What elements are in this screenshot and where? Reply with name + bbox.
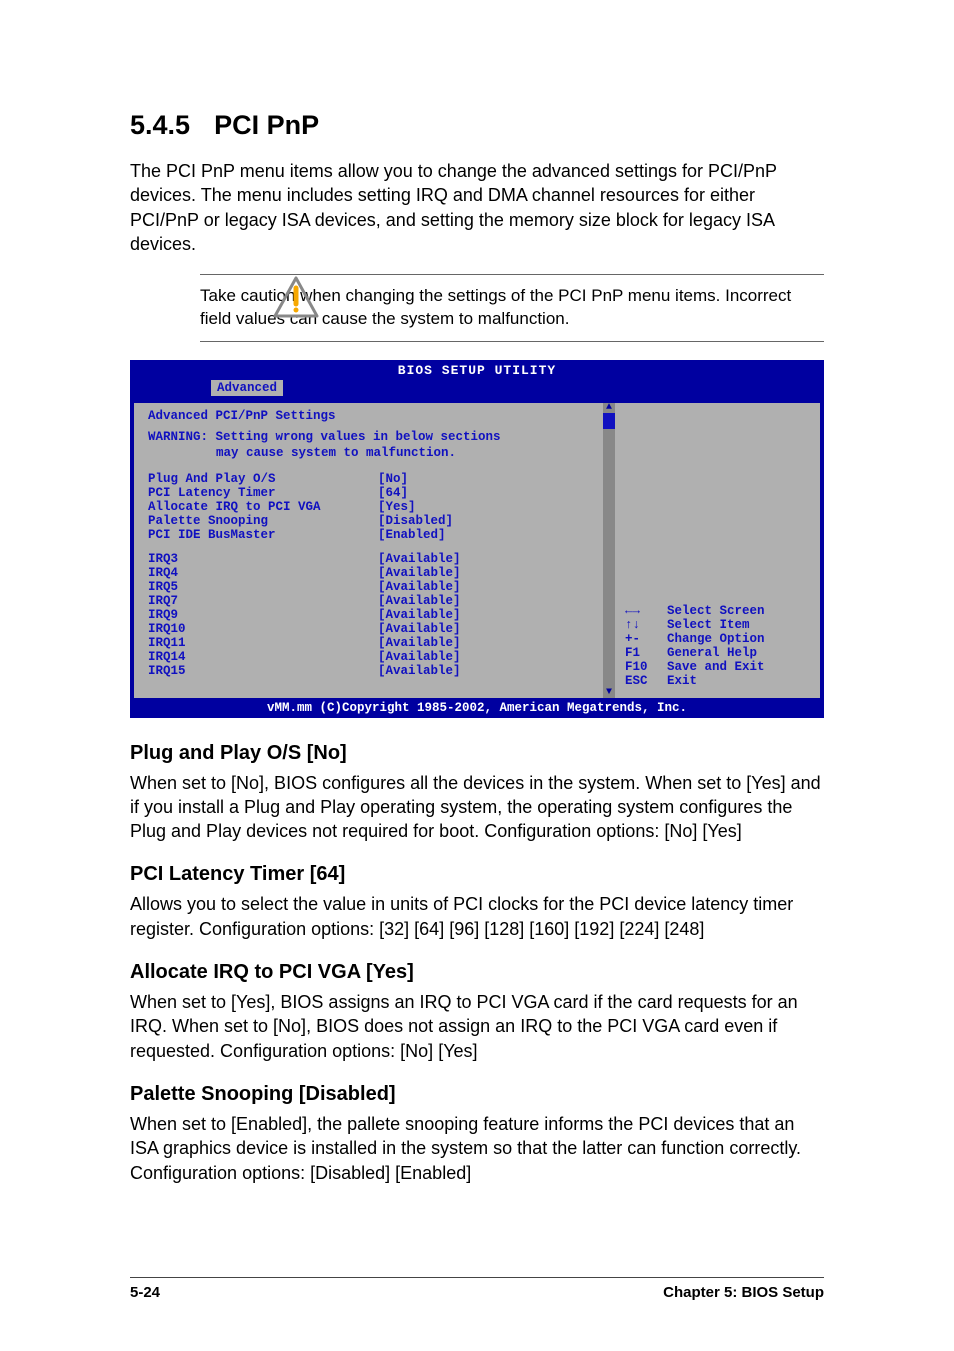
bios-copyright: vMM.mm (C)Copyright 1985-2002, American …	[131, 701, 823, 717]
section-number: 5.4.5	[130, 110, 190, 141]
bios-help-label: Change Option	[667, 632, 765, 646]
bios-irq-list: IRQ3[Available]IRQ4[Available]IRQ5[Avail…	[148, 552, 595, 678]
caution-icon	[273, 274, 319, 325]
bios-title: BIOS SETUP UTILITY	[131, 361, 823, 380]
bios-subtitle: Advanced PCI/PnP Settings	[148, 409, 595, 423]
bios-help-label: General Help	[667, 646, 757, 660]
bios-help-label: Save and Exit	[667, 660, 765, 674]
bios-warning-line2: may cause system to malfunction.	[148, 445, 595, 461]
bios-setting-value: [Yes]	[378, 500, 416, 514]
scroll-up-icon[interactable]: ▲	[606, 403, 612, 413]
bios-irq-value: [Available]	[378, 566, 461, 580]
bios-setting-value: [64]	[378, 486, 408, 500]
bios-help-pane: ←→Select Screen↑↓Select Item+-Change Opt…	[615, 403, 820, 698]
bios-settings-list: Plug And Play O/S[No]PCI Latency Timer[6…	[148, 472, 595, 542]
bios-help-row: F10Save and Exit	[625, 660, 812, 674]
bios-irq-key: IRQ15	[148, 664, 378, 678]
bios-irq-value: [Available]	[378, 552, 461, 566]
bios-irq-row[interactable]: IRQ7[Available]	[148, 594, 595, 608]
page-footer: 5-24 Chapter 5: BIOS Setup	[130, 1277, 824, 1301]
bios-setting-key: Palette Snooping	[148, 514, 378, 528]
bios-warning-line1: WARNING: Setting wrong values in below s…	[148, 430, 501, 444]
subsection-body: When set to [Yes], BIOS assigns an IRQ t…	[130, 990, 824, 1063]
bios-setting-row[interactable]: PCI Latency Timer[64]	[148, 486, 595, 500]
scroll-down-icon[interactable]: ▼	[606, 688, 612, 698]
bios-left-pane: Advanced PCI/PnP Settings WARNING: Setti…	[134, 403, 603, 698]
bios-irq-key: IRQ14	[148, 650, 378, 664]
bios-tab-row: Advanced	[131, 380, 823, 400]
subsection-body: When set to [Enabled], the pallete snoop…	[130, 1112, 824, 1185]
bios-irq-value: [Available]	[378, 636, 461, 650]
intro-paragraph: The PCI PnP menu items allow you to chan…	[130, 159, 824, 256]
subsection-heading: Allocate IRQ to PCI VGA [Yes]	[130, 961, 824, 984]
bios-irq-row[interactable]: IRQ15[Available]	[148, 664, 595, 678]
bios-irq-value: [Available]	[378, 650, 461, 664]
bios-help-key: ←→	[625, 604, 667, 618]
bios-irq-key: IRQ7	[148, 594, 378, 608]
bios-irq-row[interactable]: IRQ10[Available]	[148, 622, 595, 636]
bios-irq-value: [Available]	[378, 580, 461, 594]
bios-irq-value: [Available]	[378, 622, 461, 636]
bios-irq-value: [Available]	[378, 608, 461, 622]
bios-help-label: Select Screen	[667, 604, 765, 618]
bios-scrollbar[interactable]: ▲ ▼	[603, 403, 615, 698]
chapter-label: Chapter 5: BIOS Setup	[663, 1284, 824, 1301]
bios-help-key: ↑↓	[625, 618, 667, 632]
bios-help-row: F1General Help	[625, 646, 812, 660]
bios-irq-key: IRQ11	[148, 636, 378, 650]
bios-irq-row[interactable]: IRQ14[Available]	[148, 650, 595, 664]
bios-tab-advanced[interactable]: Advanced	[211, 380, 283, 396]
bios-setting-value: [Enabled]	[378, 528, 446, 542]
bios-irq-row[interactable]: IRQ9[Available]	[148, 608, 595, 622]
bios-help-label: Exit	[667, 674, 697, 688]
bios-irq-key: IRQ3	[148, 552, 378, 566]
subsection-body: When set to [No], BIOS configures all th…	[130, 771, 824, 844]
bios-setting-key: Allocate IRQ to PCI VGA	[148, 500, 378, 514]
bios-help-row: ←→Select Screen	[625, 604, 812, 618]
bios-irq-value: [Available]	[378, 594, 461, 608]
bios-help-key: F10	[625, 660, 667, 674]
bios-setting-row[interactable]: Allocate IRQ to PCI VGA[Yes]	[148, 500, 595, 514]
page-number: 5-24	[130, 1284, 160, 1301]
subsection-heading: Plug and Play O/S [No]	[130, 742, 824, 765]
bios-irq-key: IRQ10	[148, 622, 378, 636]
bios-setting-row[interactable]: Palette Snooping[Disabled]	[148, 514, 595, 528]
bios-help-key: F1	[625, 646, 667, 660]
bios-irq-value: [Available]	[378, 664, 461, 678]
bios-setting-row[interactable]: Plug And Play O/S[No]	[148, 472, 595, 486]
bios-warning: WARNING: Setting wrong values in below s…	[148, 429, 595, 462]
bios-irq-row[interactable]: IRQ4[Available]	[148, 566, 595, 580]
bios-help-label: Select Item	[667, 618, 750, 632]
section-title: PCI PnP	[214, 110, 319, 140]
scroll-thumb[interactable]	[603, 413, 615, 429]
bios-setting-key: PCI IDE BusMaster	[148, 528, 378, 542]
bios-irq-key: IRQ4	[148, 566, 378, 580]
bios-help-key: ESC	[625, 674, 667, 688]
bios-panel: BIOS SETUP UTILITY Advanced Advanced PCI…	[130, 360, 824, 718]
bios-setting-row[interactable]: PCI IDE BusMaster[Enabled]	[148, 528, 595, 542]
subsection-heading: PCI Latency Timer [64]	[130, 863, 824, 886]
bios-help-row: ↑↓Select Item	[625, 618, 812, 632]
bios-setting-key: PCI Latency Timer	[148, 486, 378, 500]
bios-help-row: +-Change Option	[625, 632, 812, 646]
subsection-heading: Palette Snooping [Disabled]	[130, 1083, 824, 1106]
bios-setting-value: [Disabled]	[378, 514, 453, 528]
bios-setting-key: Plug And Play O/S	[148, 472, 378, 486]
bios-help-row: ESCExit	[625, 674, 812, 688]
bios-irq-row[interactable]: IRQ11[Available]	[148, 636, 595, 650]
bios-irq-key: IRQ5	[148, 580, 378, 594]
bios-irq-key: IRQ9	[148, 608, 378, 622]
bios-help-key: +-	[625, 632, 667, 646]
subsection-body: Allows you to select the value in units …	[130, 892, 824, 941]
bios-irq-row[interactable]: IRQ5[Available]	[148, 580, 595, 594]
bios-irq-row[interactable]: IRQ3[Available]	[148, 552, 595, 566]
bios-setting-value: [No]	[378, 472, 408, 486]
section-heading: 5.4.5 PCI PnP	[130, 110, 824, 141]
